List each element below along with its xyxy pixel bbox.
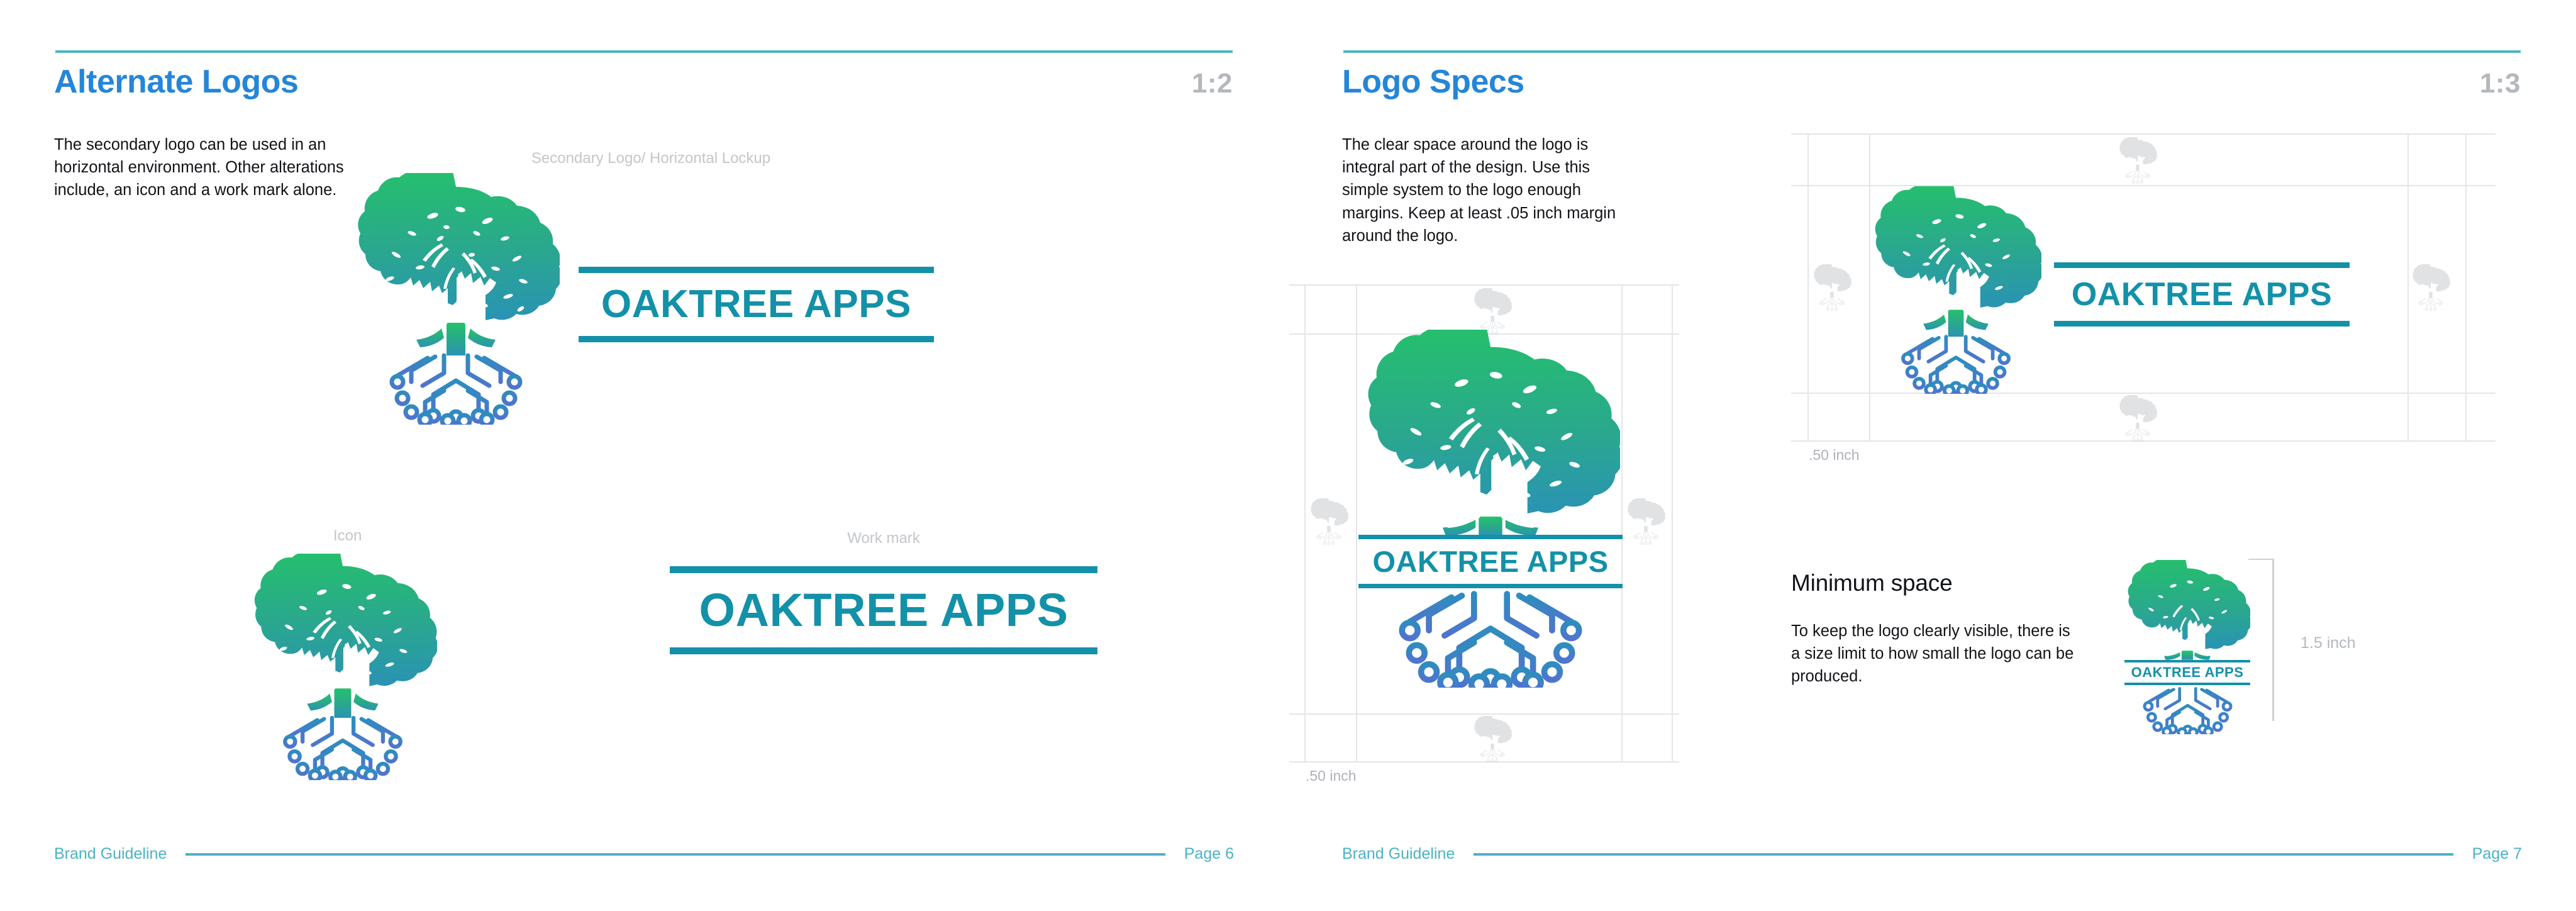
tree-icon: [1870, 186, 2041, 394]
page-title: Alternate Logos: [54, 64, 299, 100]
ratio-marker: 1:2: [1191, 68, 1233, 99]
minimum-space-body: To keep the logo clearly visible, there …: [1791, 622, 2074, 686]
wordmark-block: OAKTREE APPS: [579, 267, 934, 342]
ghost-tree-icon-top: [2116, 137, 2160, 184]
footer-page-number: Page 7: [2472, 845, 2522, 863]
dimension-line: [2272, 559, 2274, 721]
work-mark-rule-bottom: [670, 647, 1097, 654]
footer-label: Brand Guideline: [1342, 845, 1455, 863]
horizontal-lockup: OAKTREE APPS: [1870, 186, 2350, 394]
tree-icon: [2124, 560, 2250, 661]
tree-icon: [1358, 330, 1623, 537]
caption-secondary-lockup: Secondary Logo/ Horizontal Lockup: [531, 150, 771, 167]
footer-rule: [1474, 852, 2453, 856]
page-alternate-logos: Alternate Logos 1:2 The secondary logo c…: [0, 0, 1288, 911]
caption-icon: Icon: [333, 527, 362, 544]
footer-rule: [186, 852, 1165, 856]
circuit-roots: [2124, 685, 2250, 734]
wordmark-rule-bottom: [579, 336, 934, 342]
header-rule: [1343, 50, 2521, 53]
minimum-space-heading: Minimum space: [1791, 570, 1953, 596]
page-body-text: The secondary logo can be used in an hor…: [54, 136, 344, 199]
ghost-tree-icon-left: [1810, 264, 1854, 311]
page-footer: Brand Guideline Page 7: [1342, 845, 2522, 863]
ratio-marker: 1:3: [2479, 68, 2521, 99]
page-footer: Brand Guideline Page 6: [54, 845, 1234, 863]
work-mark-text: OAKTREE APPS: [699, 584, 1069, 636]
dimension-tick-top: [2248, 559, 2273, 560]
stacked-lockup: OAKTREE APPS: [1358, 330, 1623, 688]
wordmark-rule-top: [579, 267, 934, 273]
ghost-tree-icon-top: [1470, 288, 1514, 335]
circuit-roots: [1358, 587, 1623, 688]
wordmark-rule-bottom: [2054, 321, 2350, 327]
wordmark-text: OAKTREE APPS: [601, 282, 911, 326]
page-body-text: The clear space around the logo is integ…: [1342, 136, 1616, 245]
page-title: Logo Specs: [1342, 64, 1524, 100]
icon-only-lockup: [248, 554, 437, 780]
ghost-tree-icon-right: [1624, 498, 1668, 545]
ghost-tree-icon-bottom: [2116, 395, 2160, 442]
wordmark-rule-top: [1358, 535, 1623, 539]
clearspace-label-horizontal: .50 inch: [1809, 447, 1860, 463]
work-mark-lockup: OAKTREE APPS: [670, 566, 1097, 654]
wordmark-block: OAKTREE APPS: [2054, 262, 2350, 327]
footer-page-number: Page 6: [1184, 845, 1234, 863]
brand-guideline-spread: Alternate Logos 1:2 The secondary logo c…: [0, 0, 2576, 911]
wordmark-block: OAKTREE APPS: [1358, 535, 1623, 588]
clearspace-diagram-vertical: OAKTREE APPS .50 inch: [1289, 284, 1679, 784]
footer-label: Brand Guideline: [54, 845, 167, 863]
minimum-size-logo: OAKTREE APPS: [2124, 560, 2250, 734]
page-logo-specs: Logo Specs 1:3 The clear space around th…: [1288, 0, 2576, 911]
wordmark-text: OAKTREE APPS: [2071, 276, 2333, 313]
ghost-tree-icon-left: [1307, 498, 1351, 545]
dimension-label: 1.5 inch: [2301, 634, 2356, 652]
clearspace-diagram-horizontal: OAKTREE APPS .50 inch: [1791, 133, 2496, 463]
caption-work-mark: Work mark: [847, 530, 920, 547]
horizontal-lockup: OAKTREE APPS: [352, 173, 934, 425]
wordmark-rule-top: [2124, 660, 2250, 662]
wordmark-text: OAKTREE APPS: [2131, 664, 2244, 680]
wordmark-text: OAKTREE APPS: [1372, 545, 1609, 578]
ghost-tree-icon-bottom: [1470, 716, 1514, 763]
header-rule: [55, 50, 1233, 53]
clearspace-label-vertical: .50 inch: [1306, 768, 1357, 784]
work-mark-rule-top: [670, 566, 1097, 573]
tree-icon: [352, 173, 560, 425]
ghost-tree-icon-right: [2409, 264, 2453, 311]
wordmark-rule-top: [2054, 262, 2350, 268]
wordmark-block: OAKTREE APPS: [2124, 660, 2250, 685]
